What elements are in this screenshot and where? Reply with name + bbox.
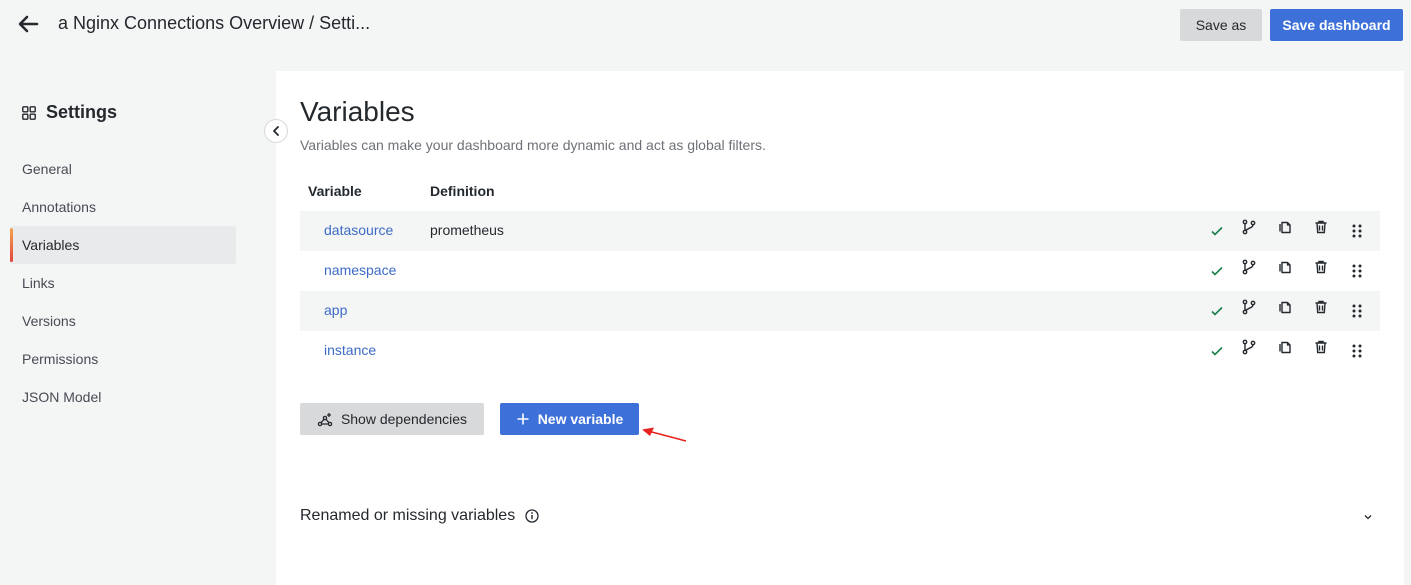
copy-icon[interactable] xyxy=(1276,338,1294,356)
drag-handle-icon[interactable] xyxy=(1348,302,1366,320)
check-icon xyxy=(1208,342,1226,360)
branch-icon[interactable] xyxy=(1240,298,1258,316)
variable-definition: prometheus xyxy=(430,222,504,238)
back-arrow-icon xyxy=(18,15,39,33)
branch-icon[interactable] xyxy=(1240,258,1258,276)
settings-grid-icon xyxy=(22,105,36,120)
drag-handle-icon[interactable] xyxy=(1348,262,1366,280)
collapse-sidebar-button[interactable] xyxy=(264,119,288,143)
variable-row: instance xyxy=(300,331,1380,371)
nav-item-general[interactable]: General xyxy=(10,150,236,188)
nav-item-annotations[interactable]: Annotations xyxy=(10,188,236,226)
chevron-left-icon xyxy=(273,126,279,136)
check-icon xyxy=(1208,222,1226,240)
show-dependencies-button[interactable]: Show dependencies xyxy=(300,403,484,435)
column-header-variable: Variable xyxy=(308,183,362,199)
nav-item-links[interactable]: Links xyxy=(10,264,236,302)
save-as-button[interactable]: Save as xyxy=(1180,9,1262,41)
renamed-missing-variables-label: Renamed or missing variables xyxy=(300,507,516,524)
variable-row: namespace xyxy=(300,251,1380,291)
variables-subtitle: Variables can make your dashboard more d… xyxy=(300,137,766,153)
drag-handle-icon[interactable] xyxy=(1348,222,1366,240)
new-variable-button[interactable]: New variable xyxy=(500,403,639,435)
chevron-down-icon[interactable] xyxy=(1362,511,1374,523)
column-header-definition: Definition xyxy=(430,183,495,199)
trash-icon[interactable] xyxy=(1312,258,1330,276)
drag-handle-icon[interactable] xyxy=(1348,342,1366,360)
check-icon xyxy=(1208,302,1226,320)
nav-item-json-model[interactable]: JSON Model xyxy=(10,378,236,416)
trash-icon[interactable] xyxy=(1312,298,1330,316)
variable-name-link[interactable]: datasource xyxy=(324,222,393,238)
top-bar: a Nginx Connections Overview / Setti... … xyxy=(0,0,1411,50)
renamed-missing-variables-section[interactable]: Renamed or missing variables xyxy=(300,504,1380,528)
check-icon xyxy=(1208,262,1226,280)
variable-row: app xyxy=(300,291,1380,331)
trash-icon[interactable] xyxy=(1312,218,1330,236)
settings-header: Settings xyxy=(22,102,117,123)
show-dependencies-label: Show dependencies xyxy=(340,411,468,427)
copy-icon[interactable] xyxy=(1276,218,1294,236)
variables-heading: Variables xyxy=(300,96,415,127)
nav-item-permissions[interactable]: Permissions xyxy=(10,340,236,378)
settings-nav: General Annotations Variables Links Vers… xyxy=(10,150,236,416)
variable-name-link[interactable]: instance xyxy=(324,342,376,358)
copy-icon[interactable] xyxy=(1276,298,1294,316)
dependencies-icon xyxy=(317,413,333,427)
variable-row: datasource prometheus xyxy=(300,211,1380,251)
back-button[interactable] xyxy=(14,10,42,38)
variables-panel: Variables Variables can make your dashbo… xyxy=(276,71,1404,585)
variable-name-link[interactable]: app xyxy=(324,302,347,318)
page-title: a Nginx Connections Overview / Setti... xyxy=(58,13,371,33)
nav-item-variables[interactable]: Variables xyxy=(10,226,236,264)
new-variable-label: New variable xyxy=(537,411,624,427)
plus-icon xyxy=(517,413,529,425)
branch-icon[interactable] xyxy=(1240,338,1258,356)
branch-icon[interactable] xyxy=(1240,218,1258,236)
copy-icon[interactable] xyxy=(1276,258,1294,276)
settings-title: Settings xyxy=(46,102,118,122)
info-icon[interactable] xyxy=(525,509,539,523)
trash-icon[interactable] xyxy=(1312,338,1330,356)
annotation-arrow xyxy=(642,427,687,442)
variable-name-link[interactable]: namespace xyxy=(324,262,396,278)
nav-item-versions[interactable]: Versions xyxy=(10,302,236,340)
save-dashboard-button[interactable]: Save dashboard xyxy=(1270,9,1403,41)
